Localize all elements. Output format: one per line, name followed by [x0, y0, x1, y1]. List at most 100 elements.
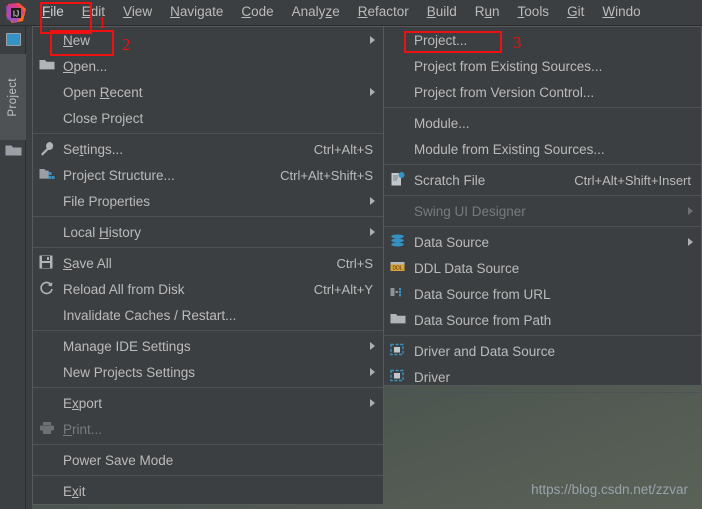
submenu-arrow-icon	[370, 36, 375, 44]
submenu-item-module[interactable]: Module...	[384, 110, 701, 136]
blank-icon	[39, 307, 57, 323]
submenu-arrow-icon	[370, 368, 375, 376]
menu-item-settings[interactable]: Settings... Ctrl+Alt+S	[33, 136, 383, 162]
submenu-item-project-from-existing-sources[interactable]: Project from Existing Sources...	[384, 53, 701, 79]
menubar-item-navigate[interactable]: Navigate	[161, 1, 232, 24]
refresh-icon	[39, 281, 57, 297]
blank-icon	[39, 452, 57, 468]
menubar-item-edit[interactable]: Edit	[73, 1, 114, 24]
menu-item-manage-ide-settings[interactable]: Manage IDE Settings	[33, 333, 383, 359]
ddl-icon: DDL	[390, 260, 408, 276]
menu-item-close-project[interactable]: Close Project	[33, 105, 383, 131]
submenu-item-project-from-version-control[interactable]: Project from Version Control...	[384, 79, 701, 105]
annotation-number-1: 1	[98, 13, 107, 32]
menu-item-project-structure[interactable]: Project Structure... Ctrl+Alt+Shift+S	[33, 162, 383, 188]
file-dropdown-menu: New Open... Open Recent Close Project Se…	[32, 26, 384, 505]
menubar-item-git[interactable]: Git	[558, 1, 593, 24]
menu-item-print: Print...	[33, 416, 383, 442]
submenu-arrow-icon	[370, 342, 375, 350]
menu-item-open-recent[interactable]: Open Recent	[33, 79, 383, 105]
blank-icon	[39, 32, 57, 48]
sidebar-item-project-label: Project	[7, 77, 19, 117]
submenu-item-data-source-from-url[interactable]: Data Source from URL	[384, 281, 701, 307]
project-window-icon[interactable]	[0, 26, 26, 52]
menu-separator	[33, 387, 383, 388]
menu-separator	[384, 335, 701, 336]
blank-icon	[39, 84, 57, 100]
menubar-item-window[interactable]: Windo	[593, 1, 649, 24]
menu-separator	[384, 195, 701, 196]
blank-icon	[39, 395, 57, 411]
menu-separator	[33, 330, 383, 331]
submenu-item-swing-ui-designer: Swing UI Designer	[384, 198, 701, 224]
menu-item-new-projects-settings[interactable]: New Projects Settings	[33, 359, 383, 385]
submenu-item-driver-and-data-source[interactable]: Driver and Data Source	[384, 338, 701, 364]
menu-item-exit[interactable]: Exit	[33, 478, 383, 504]
submenu-arrow-icon	[688, 238, 693, 246]
menu-item-export[interactable]: Export	[33, 390, 383, 416]
ide-window: IJ File Edit View Navigate Code Analyze …	[0, 0, 702, 509]
svg-text:DDL: DDL	[392, 266, 402, 272]
menubar-item-view[interactable]: View	[114, 1, 161, 24]
annotation-number-3: 3	[513, 33, 522, 52]
database-icon	[390, 234, 408, 250]
submenu-arrow-icon	[370, 88, 375, 96]
submenu-arrow-icon	[370, 197, 375, 205]
scratch-file-icon	[390, 172, 408, 188]
menu-separator	[33, 247, 383, 248]
blank-icon	[390, 32, 408, 48]
submenu-arrow-icon	[370, 228, 375, 236]
menu-item-power-save-mode[interactable]: Power Save Mode	[33, 447, 383, 473]
blank-icon	[39, 364, 57, 380]
menu-accel: Ctrl+Alt+S	[313, 141, 373, 157]
menu-accel: Ctrl+S	[336, 255, 373, 271]
blank-icon	[390, 141, 408, 157]
printer-icon	[39, 421, 57, 437]
submenu-item-project[interactable]: Project...	[384, 27, 701, 53]
blank-icon	[39, 110, 57, 126]
menubar-item-file[interactable]: File	[33, 1, 73, 24]
blank-icon	[39, 483, 57, 499]
driver-icon	[390, 343, 408, 359]
blank-icon	[39, 224, 57, 240]
menubar-item-refactor[interactable]: Refactor	[349, 1, 418, 24]
menu-item-invalidate-caches[interactable]: Invalidate Caches / Restart...	[33, 302, 383, 328]
sidebar-item-project[interactable]: Project	[0, 54, 26, 140]
menu-item-local-history[interactable]: Local History	[33, 219, 383, 245]
save-icon	[39, 255, 57, 271]
submenu-arrow-icon	[688, 207, 693, 215]
menu-separator	[384, 392, 701, 393]
annotation-number-2: 2	[122, 35, 131, 54]
tool-window-stripe: Project	[0, 26, 26, 509]
submenu-item-data-source-from-path[interactable]: Data Source from Path	[384, 307, 701, 333]
driver-icon	[390, 369, 408, 385]
menubar-item-code[interactable]: Code	[232, 1, 282, 24]
folder-icon	[390, 312, 408, 328]
submenu-item-data-source[interactable]: Data Source	[384, 229, 701, 255]
menubar-item-build[interactable]: Build	[418, 1, 466, 24]
menu-separator	[33, 216, 383, 217]
blank-icon	[39, 338, 57, 354]
blank-icon	[390, 203, 408, 219]
menu-item-reload-all-from-disk[interactable]: Reload All from Disk Ctrl+Alt+Y	[33, 276, 383, 302]
menu-separator	[384, 107, 701, 108]
menubar-item-analyze[interactable]: Analyze	[283, 1, 349, 24]
menu-separator	[384, 226, 701, 227]
menu-accel: Ctrl+Alt+Shift+Insert	[574, 172, 691, 188]
menubar-item-run[interactable]: Run	[466, 1, 509, 24]
menu-item-new[interactable]: New	[33, 27, 383, 53]
menu-item-open[interactable]: Open...	[33, 53, 383, 79]
menu-item-save-all[interactable]: Save All Ctrl+S	[33, 250, 383, 276]
blank-icon	[390, 84, 408, 100]
submenu-item-ddl-data-source[interactable]: DDL DDL Data Source	[384, 255, 701, 281]
folder-icon	[39, 58, 57, 74]
menubar-item-tools[interactable]: Tools	[509, 1, 559, 24]
submenu-item-scratch-file[interactable]: Scratch File Ctrl+Alt+Shift+Insert	[384, 167, 701, 193]
menu-item-file-properties[interactable]: File Properties	[33, 188, 383, 214]
submenu-item-driver[interactable]: Driver	[384, 364, 701, 390]
url-source-icon	[390, 286, 408, 302]
folder-icon	[5, 144, 22, 157]
blank-icon	[390, 115, 408, 131]
menu-accel: Ctrl+Alt+Y	[313, 281, 373, 297]
submenu-item-module-from-existing-sources[interactable]: Module from Existing Sources...	[384, 136, 701, 162]
